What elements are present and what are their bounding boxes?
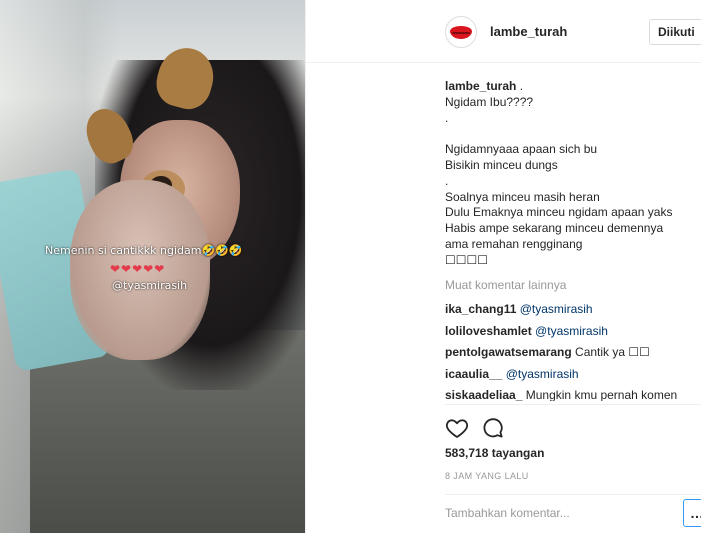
comment-username[interactable]: icaaulia__: [445, 367, 502, 381]
view-count[interactable]: 583,718 tayangan: [445, 446, 544, 460]
caption-line: .: [445, 110, 449, 125]
comment-text: Mungkin kmu pernah komen: [525, 388, 678, 401]
comment-username[interactable]: loliloveshamlet: [445, 324, 532, 338]
comment-item: pentolgawatsemarang Cantik ya ☐☐: [445, 344, 701, 366]
comment-item: icaaulia__ @tyasmirasih: [445, 366, 701, 388]
avatar[interactable]: [445, 16, 477, 48]
caption-line: Habis ampe sekarang minceu demennya: [445, 221, 664, 236]
load-more-comments-link[interactable]: Muat komentar lainnya: [445, 278, 566, 292]
caption-line: Ngidam Ibu????: [445, 94, 534, 109]
comment-mention[interactable]: @tyasmirasih: [535, 324, 608, 338]
post-header: lambe_turah Diikuti: [306, 0, 701, 63]
lips-logo-line: [452, 32, 470, 34]
comment-icon[interactable]: [481, 416, 507, 442]
heart-icon[interactable]: [445, 416, 471, 442]
caption-line: .: [445, 173, 449, 188]
caption-line: [445, 126, 700, 142]
video-overlay-mention: @tyasmirasih: [112, 279, 188, 292]
header-username[interactable]: lambe_turah: [490, 24, 567, 39]
divider: [445, 494, 701, 495]
comment-item: ika_chang11 @tyasmirasih: [445, 301, 701, 323]
caption-first-line: lambe_turah .: [445, 79, 700, 95]
caption-line: ☐☐☐☐: [445, 252, 489, 267]
caption-line: Bisikin minceu dungs: [445, 157, 558, 172]
divider: [445, 404, 701, 405]
post-panel: lambe_turah Diikuti lambe_turah . Ngidam…: [305, 0, 701, 533]
post-caption: lambe_turah . Ngidam Ibu???? . Ngidamnya…: [445, 79, 700, 269]
post-timestamp[interactable]: 8 JAM YANG LALU: [445, 471, 529, 481]
caption-line: ama remahan rengginang: [445, 236, 583, 251]
comment-mention[interactable]: @tyasmirasih: [506, 367, 579, 381]
comment-username[interactable]: ika_chang11: [445, 302, 516, 316]
caption-line: Dulu Emaknya minceu ngidam apaan yaks: [445, 205, 673, 220]
video-overlay-caption: Nemenin si cantikkk ngidam🤣🤣🤣: [45, 244, 243, 257]
comment-mention[interactable]: @tyasmirasih: [520, 302, 593, 316]
comment-text: Cantik ya ☐☐: [575, 345, 650, 360]
caption-line: Soalnya minceu masih heran: [445, 189, 600, 204]
add-comment-input[interactable]: [445, 503, 677, 523]
video-overlay-hearts: ❤❤❤❤❤: [110, 262, 166, 276]
comment-item: loliloveshamlet @tyasmirasih: [445, 323, 701, 345]
more-options-button[interactable]: …: [683, 499, 701, 527]
video-player[interactable]: Nemenin si cantikkk ngidam🤣🤣🤣 ❤❤❤❤❤ @tya…: [0, 0, 305, 533]
caption-username[interactable]: lambe_turah: [445, 79, 516, 93]
action-bar: [445, 416, 525, 442]
caption-line: .: [516, 79, 524, 93]
comment-username[interactable]: pentolgawatsemarang: [445, 345, 572, 359]
caption-line: Ngidamnyaaa apaan sich bu: [445, 142, 598, 157]
comment-list: ika_chang11 @tyasmirasih loliloveshamlet…: [445, 301, 701, 401]
following-button[interactable]: Diikuti: [649, 19, 701, 45]
comment-item: siskaadeliaa_ Mungkin kmu pernah komen: [445, 387, 701, 401]
comment-username[interactable]: siskaadeliaa_: [445, 388, 522, 401]
